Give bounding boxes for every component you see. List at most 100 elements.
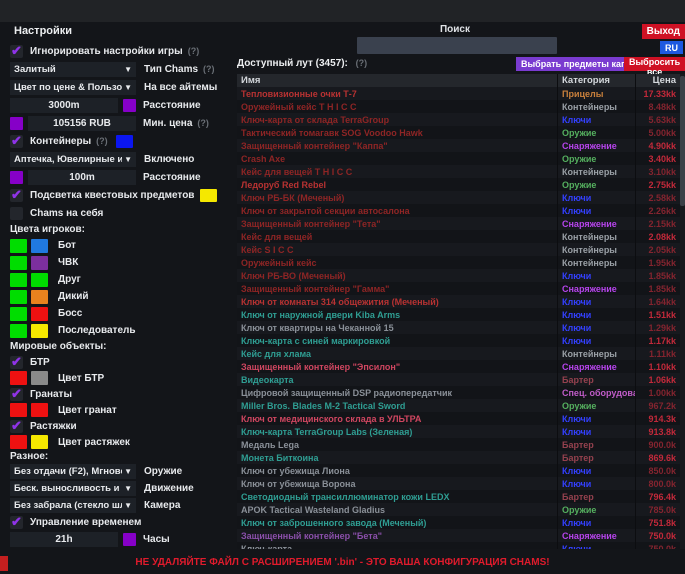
primary-color-swatch[interactable]	[10, 435, 27, 449]
table-row[interactable]: Ключ от наружной двери Kiba ArmsКлючи1.5…	[237, 308, 680, 321]
table-row[interactable]: Кейс для хламаКонтейнеры1.11kk	[237, 347, 680, 360]
table-row[interactable]: Кейс для вещейКонтейнеры2.08kk	[237, 230, 680, 243]
table-row[interactable]: Ключ от медицинского склада в УЛЬТРАКлюч…	[237, 412, 680, 425]
table-row[interactable]: Ледоруб Red RebelОружие2.75kk	[237, 178, 680, 191]
self-chams-row[interactable]: Chams на себя	[10, 204, 234, 222]
table-row[interactable]: Медаль LegaБартер900.0k	[237, 438, 680, 451]
table-row[interactable]: Ключ от убежища ВоронаКлючи800.0k	[237, 477, 680, 490]
secondary-color-swatch[interactable]	[31, 273, 48, 287]
drop-all-button[interactable]: Выбросить все	[624, 57, 685, 71]
color-mode-dropdown[interactable]: Цвет по цене & Пользователь ▼	[10, 80, 136, 95]
checkbox[interactable]: ✔	[10, 135, 23, 148]
primary-color-swatch[interactable]	[10, 307, 27, 321]
primary-color-swatch[interactable]	[10, 290, 27, 304]
world-object-toggle-row[interactable]: ✔Гранаты	[10, 386, 234, 402]
table-row[interactable]: Кейс для вещей T H I C CКонтейнеры3.10kk	[237, 165, 680, 178]
table-scrollbar[interactable]	[680, 74, 685, 549]
world-object-toggle-row[interactable]: ✔Растяжки	[10, 418, 234, 434]
table-row[interactable]: Защищенный контейнер "Бета"Снаряжение750…	[237, 529, 680, 542]
world-object-toggle-row[interactable]: ✔БТР	[10, 354, 234, 370]
table-row[interactable]: Crash AxeОружие3.40kk	[237, 152, 680, 165]
secondary-color-swatch[interactable]	[31, 239, 48, 253]
secondary-color-swatch[interactable]	[31, 435, 48, 449]
weapon-dropdown[interactable]: Без отдачи (F2), Мгновенное п ▼	[10, 464, 136, 479]
table-row[interactable]: Ключ-карта с синей маркировкойКлючи1.17k…	[237, 334, 680, 347]
table-row[interactable]: Тепловизионные очки Т-7Прицелы17.33kk	[237, 87, 680, 100]
checkbox[interactable]: ✔	[10, 420, 23, 433]
table-row[interactable]: Ключ от квартиры на Чеканной 15Ключи1.29…	[237, 321, 680, 334]
chams-type-dropdown[interactable]: Залитый ▼	[10, 62, 136, 77]
table-row[interactable]: Miller Bros. Blades M-2 Tactical SwordОр…	[237, 399, 680, 412]
distance-input[interactable]	[10, 98, 118, 113]
select-kappa-button[interactable]: Выбрать предметы каппа	[516, 57, 642, 71]
primary-color-swatch[interactable]	[10, 256, 27, 270]
table-row[interactable]: Ключ от убежища ЛионаКлючи850.0k	[237, 464, 680, 477]
table-row[interactable]: Ключ РБ-БК (Меченый)Ключи2.58kk	[237, 191, 680, 204]
table-row[interactable]: Оружейный кейсКонтейнеры1.95kk	[237, 256, 680, 269]
checkbox[interactable]: ✔	[10, 356, 23, 369]
column-header-price[interactable]: Цена	[635, 74, 680, 87]
checkbox[interactable]: ✔	[10, 388, 23, 401]
min-price-color-swatch[interactable]	[10, 117, 23, 130]
table-row[interactable]: Тактический томагавк SOG Voodoo HawkОруж…	[237, 126, 680, 139]
table-row[interactable]: Ключ-карта от склада TerraGroupКлючи5.63…	[237, 113, 680, 126]
min-price-input[interactable]	[28, 116, 136, 131]
table-row[interactable]: Оружейный кейс T H I C CКонтейнеры8.48kk	[237, 100, 680, 113]
column-header-category[interactable]: Категория	[557, 74, 635, 87]
hours-color-swatch[interactable]	[123, 533, 136, 546]
column-header-name[interactable]: Имя	[237, 75, 557, 86]
table-row[interactable]: Ключ-карта ...Ключи750.0k	[237, 542, 680, 549]
help-icon[interactable]: (?)	[203, 64, 215, 74]
table-row[interactable]: Ключ-карта TerraGroup Labs (Зеленая)Ключ…	[237, 425, 680, 438]
included-categories-dropdown[interactable]: Аптечка, Ювелирные и... ▼	[10, 152, 136, 167]
primary-color-swatch[interactable]	[10, 324, 27, 338]
table-row[interactable]: Ключ от комнаты 314 общежития (Меченый)К…	[237, 295, 680, 308]
ignore-game-settings-row[interactable]: ✔ Игнорировать настройки игры (?)	[10, 42, 234, 60]
table-row[interactable]: Светодиодный трансиллюминатор кожи LEDXБ…	[237, 490, 680, 503]
search-input[interactable]	[357, 37, 557, 54]
secondary-color-swatch[interactable]	[31, 307, 48, 321]
distance2-input[interactable]	[28, 170, 136, 185]
scrollbar-thumb[interactable]	[680, 76, 685, 206]
quest-highlight-row[interactable]: ✔ Подсветка квестовых предметов	[10, 186, 234, 204]
checkbox[interactable]: ✔	[10, 45, 23, 58]
table-row[interactable]: Ключ РБ-ВО (Меченый)Ключи1.85kk	[237, 269, 680, 282]
table-row[interactable]: Ключ от закрытой секции автосалонаКлючи2…	[237, 204, 680, 217]
distance-color-swatch[interactable]	[123, 99, 136, 112]
primary-color-swatch[interactable]	[10, 239, 27, 253]
table-row[interactable]: Кейс S I C CКонтейнеры2.05kk	[237, 243, 680, 256]
secondary-color-swatch[interactable]	[31, 403, 48, 417]
table-row[interactable]: Защищенный контейнер "Гамма"Снаряжение1.…	[237, 282, 680, 295]
containers-color-swatch[interactable]	[116, 135, 133, 148]
distance2-color-swatch[interactable]	[10, 171, 23, 184]
secondary-color-swatch[interactable]	[31, 371, 48, 385]
primary-color-swatch[interactable]	[10, 403, 27, 417]
secondary-color-swatch[interactable]	[31, 324, 48, 338]
movement-dropdown[interactable]: Беск. выносливость и нет уста: ▼	[10, 481, 136, 496]
exit-button[interactable]: Выход	[642, 24, 685, 39]
table-row[interactable]: Ключ от заброшенного завода (Меченый)Клю…	[237, 516, 680, 529]
primary-color-swatch[interactable]	[10, 371, 27, 385]
language-button[interactable]: RU	[660, 41, 683, 54]
table-row[interactable]: Защищенный контейнер "Эпсилон"Снаряжение…	[237, 360, 680, 373]
table-row[interactable]: ВидеокартаБартер1.06kk	[237, 373, 680, 386]
table-row[interactable]: Цифровой защищенный DSP радиопередатчикС…	[237, 386, 680, 399]
help-icon[interactable]: (?)	[188, 46, 200, 56]
secondary-color-swatch[interactable]	[31, 290, 48, 304]
table-row[interactable]: Монета БиткоинаБартер869.6k	[237, 451, 680, 464]
time-control-row[interactable]: ✔ Управление временем	[10, 514, 234, 531]
table-row[interactable]: Защищенный контейнер "Каппа"Снаряжение4.…	[237, 139, 680, 152]
quest-color-swatch[interactable]	[200, 189, 217, 202]
hours-input[interactable]	[10, 532, 118, 547]
help-icon[interactable]: (?)	[96, 136, 108, 146]
primary-color-swatch[interactable]	[10, 273, 27, 287]
help-icon[interactable]: (?)	[197, 118, 209, 128]
secondary-color-swatch[interactable]	[31, 256, 48, 270]
checkbox[interactable]: ✔	[10, 516, 23, 529]
table-row[interactable]: Защищенный контейнер "Тета"Снаряжение2.1…	[237, 217, 680, 230]
checkbox[interactable]: ✔	[10, 189, 23, 202]
checkbox[interactable]	[10, 207, 23, 220]
table-row[interactable]: APOK Tactical Wasteland GladiusОружие785…	[237, 503, 680, 516]
help-icon[interactable]: (?)	[356, 58, 368, 68]
camera-dropdown[interactable]: Без забрала (стекло шлема) ▼	[10, 498, 136, 513]
